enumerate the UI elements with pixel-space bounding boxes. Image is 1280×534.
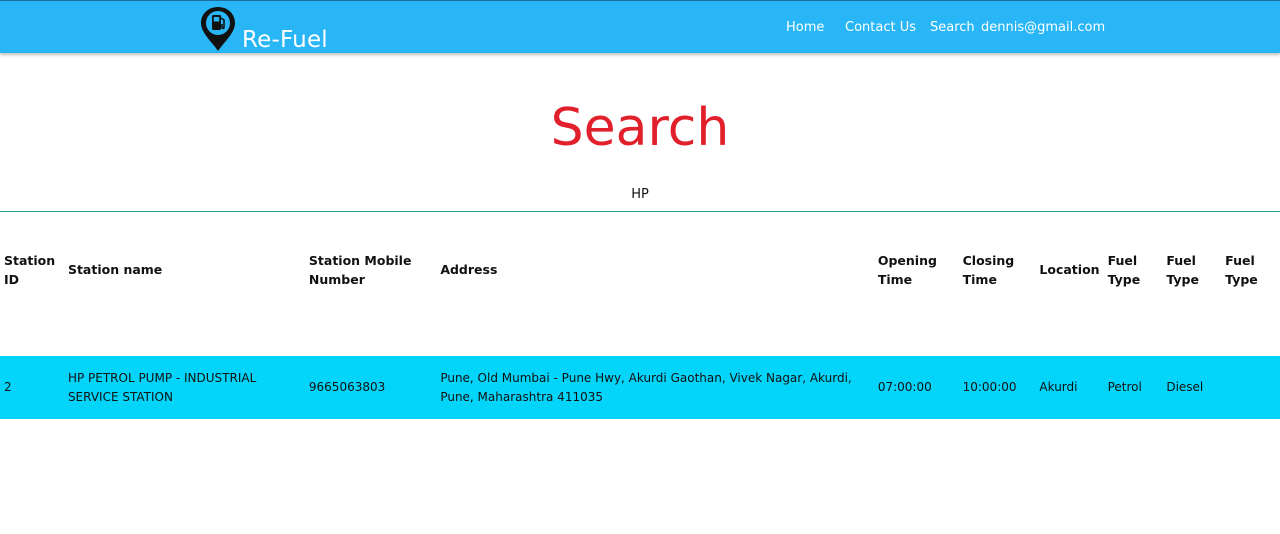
cell-fuel-type-2: Diesel	[1166, 380, 1204, 394]
header-closing-time: Closing Time	[962, 252, 1015, 287]
search-input[interactable]	[0, 178, 1280, 212]
header-opening-time: Opening Time	[877, 252, 937, 287]
nav-search-link[interactable]: Search	[930, 20, 975, 35]
header-fuel-type-2: Fuel Type	[1166, 252, 1199, 287]
header-spacer	[0, 293, 1280, 356]
header-mobile: Station Mobile Number	[308, 252, 412, 287]
brand-name: Re-Fuel	[242, 27, 328, 53]
results-table: Station ID Station name Station Mobile N…	[0, 246, 1280, 419]
spacer-cell	[0, 293, 1280, 356]
page-title: Search	[550, 98, 730, 158]
cell-station-id: 2	[4, 380, 12, 394]
header-station-name: Station name	[67, 262, 163, 277]
cell-mobile: 9665063803	[308, 380, 386, 394]
cell-fuel-type-3	[1221, 356, 1280, 419]
brand-logo-link[interactable]: Re-Fuel	[198, 3, 328, 53]
table-header-row: Station ID Station name Station Mobile N…	[0, 246, 1280, 293]
header-fuel-type-3: Fuel Type	[1225, 252, 1258, 287]
cell-opening-time: 07:00:00	[877, 380, 932, 394]
cell-location: Akurdi	[1039, 380, 1078, 394]
cell-station-name: HP PETROL PUMP - INDUSTRIAL SERVICE STAT…	[67, 370, 257, 404]
top-navbar: Re-Fuel Home Contact Us Search dennis@gm…	[0, 0, 1280, 53]
header-location: Location	[1039, 262, 1100, 277]
header-address: Address	[440, 262, 498, 277]
nav-user-email[interactable]: dennis@gmail.com	[981, 20, 1105, 35]
header-station-id: Station ID	[4, 252, 56, 287]
cell-fuel-type-1: Petrol	[1107, 380, 1142, 394]
nav-contact-link[interactable]: Contact Us	[845, 20, 916, 35]
nav-home-link[interactable]: Home	[786, 20, 824, 35]
cell-closing-time: 10:00:00	[962, 380, 1017, 394]
header-fuel-type-1: Fuel Type	[1107, 252, 1141, 287]
fuel-location-pin-icon	[201, 7, 235, 51]
cell-address: Pune, Old Mumbai - Pune Hwy, Akurdi Gaot…	[440, 370, 852, 404]
table-row[interactable]: 2 HP PETROL PUMP - INDUSTRIAL SERVICE ST…	[0, 356, 1280, 419]
